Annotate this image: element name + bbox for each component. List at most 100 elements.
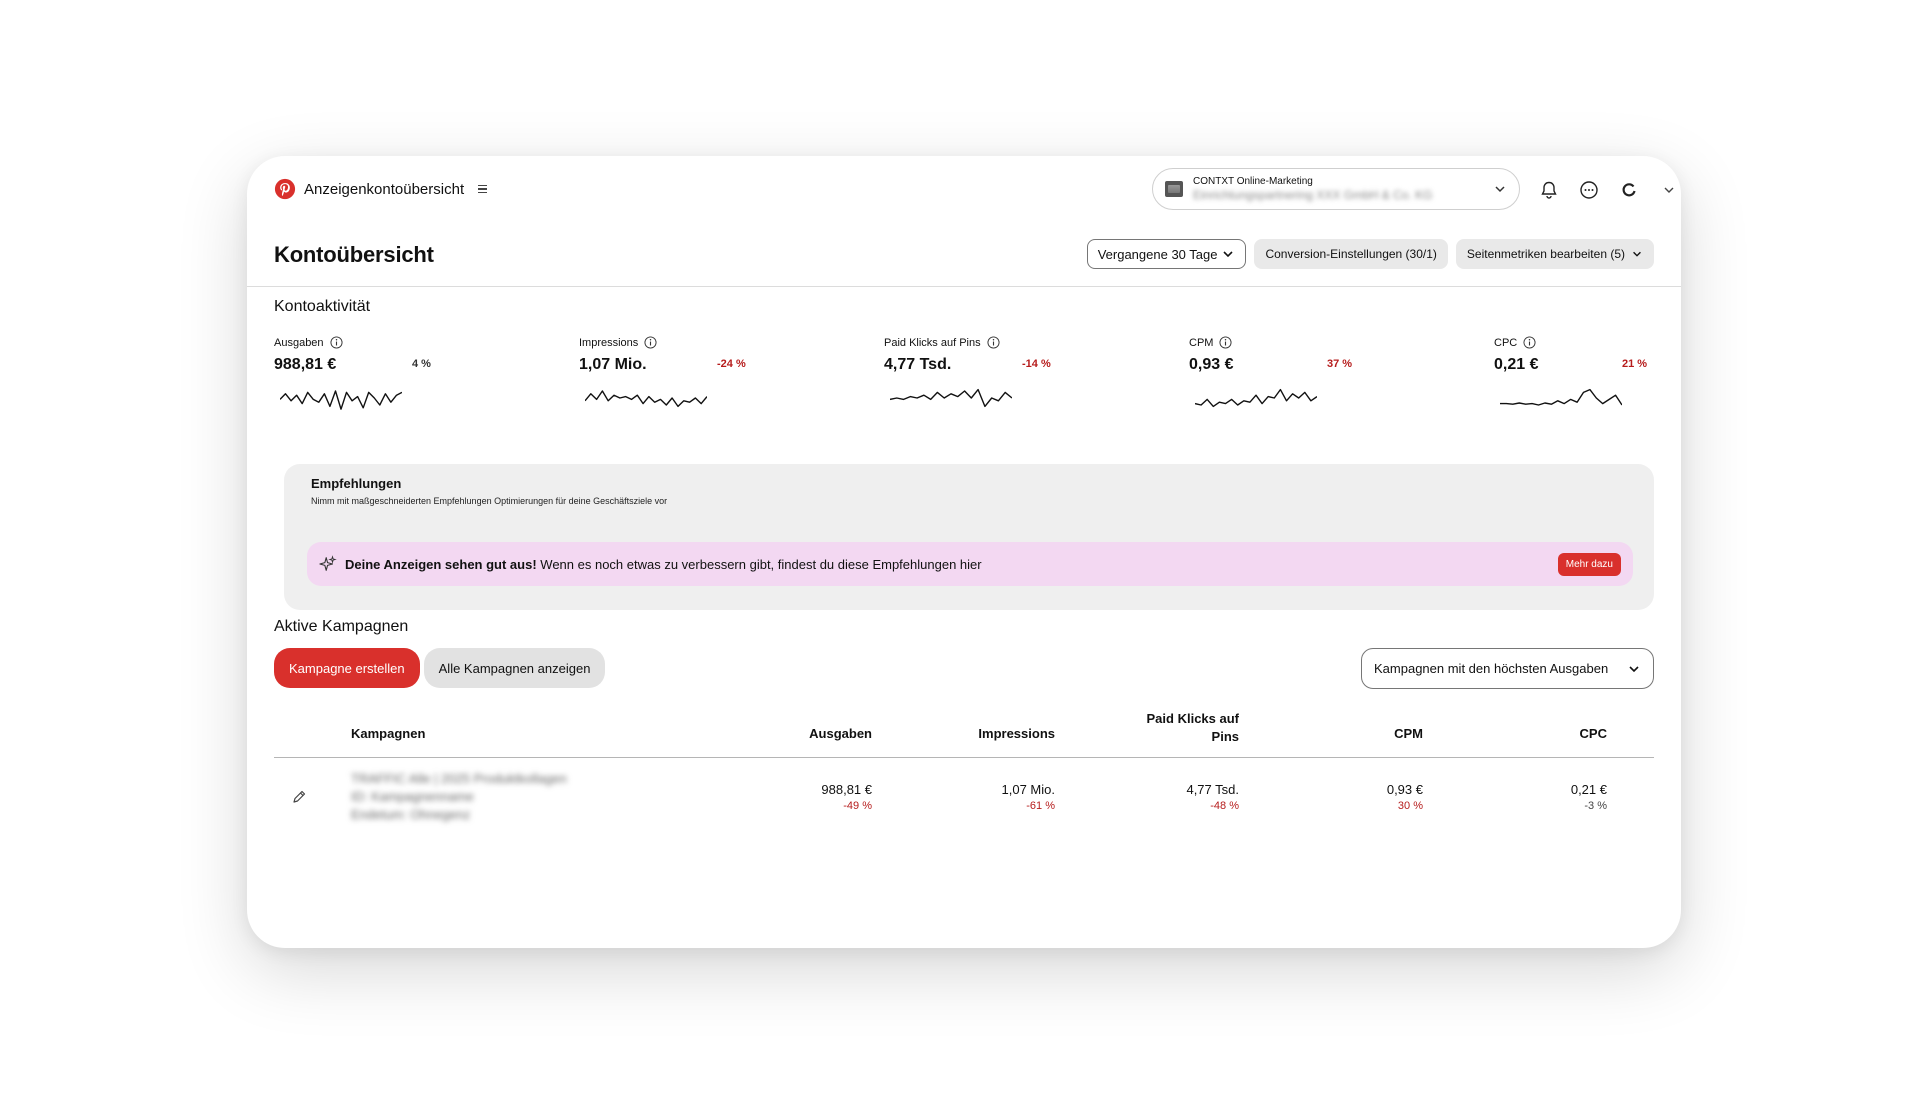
- campaign-name[interactable]: TRAFFIC Alle | 2025 Produktkollagen ID: …: [351, 770, 567, 824]
- sparkline: [890, 388, 1012, 408]
- profile-icon[interactable]: [1617, 178, 1641, 202]
- metric-change: -14 %: [1022, 358, 1051, 370]
- bell-icon[interactable]: [1537, 178, 1561, 202]
- campaign-sort-select[interactable]: Kampagnen mit den höchsten Ausgaben: [1361, 648, 1654, 689]
- cell-impressions: 1,07 Mio.: [1001, 782, 1055, 797]
- campaigns-title: Aktive Kampagnen: [274, 618, 409, 635]
- view-all-campaigns-button[interactable]: Alle Kampagnen anzeigen: [423, 648, 606, 688]
- sparkline-path: [1195, 388, 1317, 408]
- recommendations-message: Deine Anzeigen sehen gut aus! Wenn es no…: [345, 557, 1558, 572]
- metric-change: 21 %: [1622, 358, 1648, 370]
- recommendations-message-text: Wenn es noch etwas zu verbessern gibt, f…: [536, 556, 982, 572]
- edit-metrics-button[interactable]: Seitenmetriken bearbeiten (5): [1455, 239, 1654, 269]
- account-avatar: [1165, 181, 1183, 197]
- header-controls: Vergangene 30 Tage Conversion-Einstellun…: [1086, 239, 1654, 269]
- activity-title: Kontoaktivität: [274, 298, 371, 315]
- menu-icon[interactable]: [478, 183, 488, 196]
- metric-label-text: Paid Klicks auf Pins: [884, 336, 981, 349]
- recommendations-card: Empfehlungen Nimm mit maßgeschneiderten …: [284, 464, 1654, 610]
- chat-icon[interactable]: [1577, 178, 1601, 202]
- cell-paid-clicks-change: -48 %: [1210, 800, 1239, 812]
- metric-label: Ausgaben: [274, 336, 474, 349]
- metric-change: 4 %: [412, 358, 431, 370]
- account-text: CONTXT Online-Marketing Einrichtungspart…: [1193, 176, 1493, 202]
- account-switcher[interactable]: CONTXT Online-Marketing Einrichtungspart…: [1152, 168, 1520, 210]
- app-window: Anzeigenkontoübersicht CONTXT Online-Mar…: [247, 156, 1681, 948]
- create-campaign-button[interactable]: Kampagne erstellen: [274, 648, 420, 688]
- metric-change: 37 %: [1327, 358, 1353, 370]
- metric-tile[interactable]: Paid Klicks auf Pins 4,77 Tsd. -14 %: [884, 336, 1084, 431]
- date-range-select[interactable]: Vergangene 30 Tage: [1086, 239, 1247, 269]
- chevron-down-icon: [1633, 251, 1641, 257]
- info-icon[interactable]: [330, 336, 343, 349]
- cell-impressions-change: -61 %: [1026, 800, 1055, 812]
- campaign-sort-label: Kampagnen mit den höchsten Ausgaben: [1374, 661, 1609, 676]
- metric-value: 1,07 Mio.: [579, 356, 647, 373]
- metric-value: 0,93 €: [1189, 356, 1234, 373]
- col-header-cpm[interactable]: CPM: [1394, 726, 1423, 741]
- info-icon[interactable]: [1523, 336, 1536, 349]
- sparkline-path: [585, 390, 707, 408]
- sparkline: [1500, 388, 1622, 406]
- cell-spend: 988,81 €: [821, 782, 872, 797]
- cell-cpm: 0,93 €: [1386, 782, 1423, 797]
- metric-label: CPM: [1189, 336, 1389, 349]
- chevron-down-icon: [1495, 186, 1505, 193]
- conversion-settings-button[interactable]: Conversion-Einstellungen (30/1): [1254, 239, 1448, 269]
- table-header: Kampagnen Ausgaben Impressions Paid Klic…: [274, 704, 1654, 758]
- metric-label: Paid Klicks auf Pins: [884, 336, 1084, 349]
- sparkle-icon: [319, 555, 337, 571]
- recommendations-title: Empfehlungen: [311, 476, 402, 491]
- metric-label-text: Ausgaben: [274, 336, 324, 349]
- col-header-cpc[interactable]: CPC: [1580, 726, 1607, 741]
- cell-cpc: 0,21 €: [1570, 782, 1607, 797]
- info-icon[interactable]: [987, 336, 1000, 349]
- metric-value: 988,81 €: [274, 356, 337, 373]
- top-bar: Anzeigenkontoübersicht CONTXT Online-Mar…: [247, 156, 1681, 222]
- header-divider: [247, 286, 1681, 287]
- edit-metrics-label: Seitenmetriken bearbeiten (5): [1466, 247, 1625, 261]
- metric-tile[interactable]: CPC 0,21 € 21 %: [1494, 336, 1681, 431]
- edit-icon[interactable]: [291, 789, 307, 805]
- metric-value: 0,21 €: [1494, 356, 1539, 373]
- account-subname: Einrichtungspartnering XXX GmbH & Co. KG: [1193, 188, 1433, 202]
- campaign-name-line: TRAFFIC Alle | 2025 Produktkollagen: [351, 771, 567, 786]
- metric-change: -24 %: [717, 358, 746, 370]
- sparkline-path: [280, 390, 402, 410]
- top-icons: [1537, 178, 1681, 202]
- learn-more-button[interactable]: Mehr dazu: [1557, 552, 1621, 576]
- sparkline-path: [1500, 388, 1622, 406]
- col-header-campaigns[interactable]: Kampagnen: [351, 726, 425, 741]
- col-header-paid-clicks[interactable]: Paid Klicks auf Pins: [1129, 710, 1239, 746]
- campaign-name-line: ID: Kampagnenname: [351, 789, 474, 804]
- chevron-down-icon[interactable]: [1657, 178, 1681, 202]
- info-icon[interactable]: [644, 336, 657, 349]
- date-range-label: Vergangene 30 Tage: [1097, 246, 1218, 262]
- chevron-down-icon: [1223, 251, 1234, 258]
- metric-label-text: CPC: [1494, 336, 1518, 349]
- metrics-row: Ausgaben 988,81 € 4 % Impressions 1,07 Mio. -…: [274, 336, 1654, 431]
- sparkline: [280, 390, 402, 410]
- metric-tile[interactable]: Impressions 1,07 Mio. -24 %: [579, 336, 779, 431]
- metric-label: CPC: [1494, 336, 1681, 349]
- info-icon[interactable]: [1219, 336, 1232, 349]
- metric-value: 4,77 Tsd.: [884, 356, 952, 373]
- campaign-name-line: Endetum: Ohnegenz: [351, 807, 471, 822]
- recommendations-message-bold: Deine Anzeigen sehen gut aus!: [345, 556, 537, 572]
- page-title: Kontoübersicht: [274, 242, 434, 267]
- sparkline-path: [890, 388, 1012, 408]
- conversion-settings-label: Conversion-Einstellungen (30/1): [1265, 247, 1437, 261]
- sparkline: [585, 390, 707, 408]
- metric-tile[interactable]: CPM 0,93 € 37 %: [1189, 336, 1389, 431]
- col-header-spend[interactable]: Ausgaben: [809, 726, 872, 741]
- table-row[interactable]: TRAFFIC Alle | 2025 Produktkollagen ID: …: [274, 758, 1654, 838]
- campaigns-table: Kampagnen Ausgaben Impressions Paid Klic…: [274, 704, 1654, 838]
- metric-tile[interactable]: Ausgaben 988,81 € 4 %: [274, 336, 474, 431]
- metric-label: Impressions: [579, 336, 779, 349]
- metric-label-text: CPM: [1189, 336, 1214, 349]
- cell-cpm-change: 30 %: [1397, 800, 1423, 812]
- pinterest-logo-icon[interactable]: [274, 178, 296, 200]
- account-name: CONTXT Online-Marketing: [1193, 175, 1313, 187]
- col-header-impressions[interactable]: Impressions: [978, 726, 1055, 741]
- cell-spend-change: -49 %: [843, 800, 872, 812]
